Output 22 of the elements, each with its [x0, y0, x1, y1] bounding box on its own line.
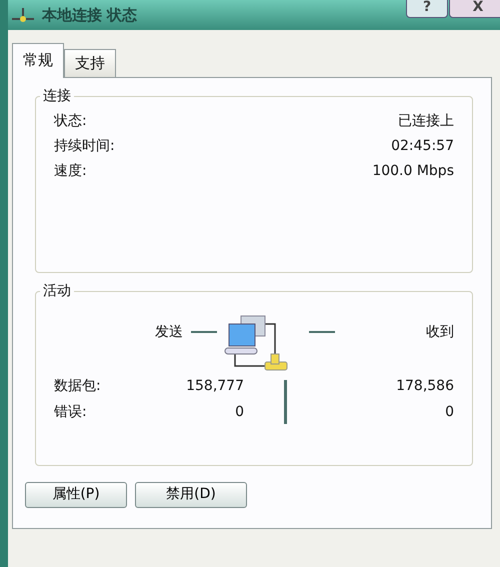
network-icon: [10, 6, 36, 24]
row-label: 数据包:: [54, 376, 102, 396]
field-label: 持续时间:: [54, 136, 115, 156]
dialog-button[interactable]: 属性(P): [25, 482, 127, 508]
dialog-button[interactable]: 禁用(D): [135, 482, 247, 508]
received-value: 178,586: [395, 376, 454, 396]
window-title: 本地连接 状态: [42, 4, 138, 26]
sent-value: 158,777: [185, 376, 244, 396]
received-value: 0: [444, 402, 454, 422]
help-button[interactable]: ?: [406, 0, 448, 18]
row-label: 错误:: [54, 402, 88, 422]
field-label: 速度:: [54, 162, 87, 180]
tab[interactable]: 常规: [12, 43, 64, 78]
received-label: 收到: [426, 322, 454, 342]
field-label: 状态:: [54, 112, 87, 130]
field-value: 100.0 Mbps: [372, 162, 454, 180]
sent-value: 0: [234, 402, 244, 422]
tab[interactable]: 支持: [64, 49, 116, 76]
close-button[interactable]: X: [449, 0, 500, 18]
field-value: 已连接上: [398, 112, 454, 130]
sent-label: 发送: [155, 322, 183, 342]
field-value: 02:45:57: [391, 136, 454, 156]
